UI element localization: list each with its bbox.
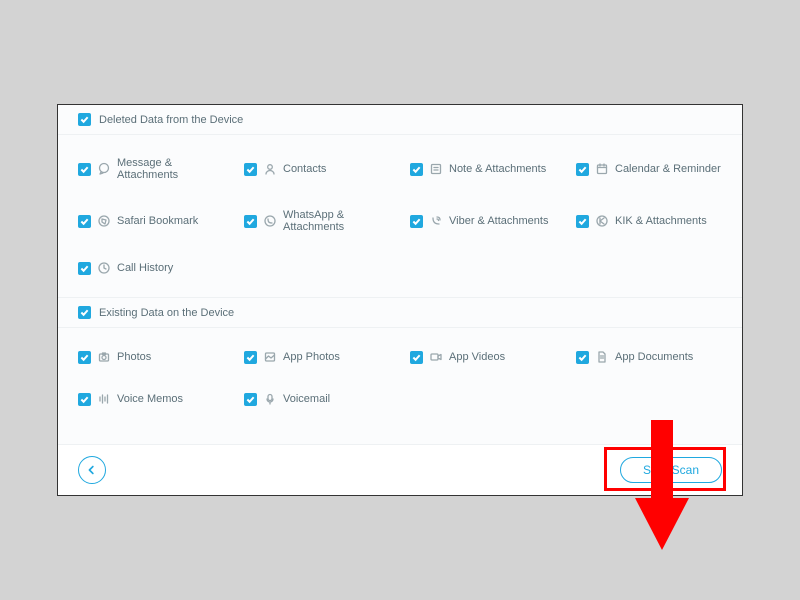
back-button[interactable] [78, 456, 106, 484]
voicemail-icon [263, 392, 277, 406]
item-label: Calendar & Reminder [615, 163, 721, 175]
item-label: Viber & Attachments [449, 215, 548, 227]
checkbox[interactable] [78, 351, 91, 364]
section-deleted-header[interactable]: Deleted Data from the Device [58, 105, 742, 135]
checkbox[interactable] [244, 215, 257, 228]
section-existing-header[interactable]: Existing Data on the Device [58, 297, 742, 328]
item-label: Contacts [283, 163, 326, 175]
checkbox-section-deleted[interactable] [78, 113, 91, 126]
item-calendar[interactable]: Calendar & Reminder [566, 143, 732, 195]
footer-bar: Start Scan [58, 444, 742, 495]
item-contacts[interactable]: Contacts [234, 143, 400, 195]
app-window: Deleted Data from the Device Message & A… [57, 104, 743, 496]
checkbox[interactable] [244, 393, 257, 406]
checkbox[interactable] [78, 215, 91, 228]
whatsapp-icon [263, 214, 277, 228]
message-icon [97, 162, 111, 176]
item-label: Safari Bookmark [117, 215, 198, 227]
item-label: Voice Memos [117, 393, 183, 405]
checkbox[interactable] [576, 163, 589, 176]
checkbox[interactable] [78, 393, 91, 406]
checkbox[interactable] [410, 351, 423, 364]
checkbox-section-existing[interactable] [78, 306, 91, 319]
checkbox[interactable] [78, 163, 91, 176]
item-call-history[interactable]: Call History [68, 247, 234, 289]
checkbox[interactable] [78, 262, 91, 275]
start-scan-label: Start Scan [643, 463, 699, 477]
item-label: Note & Attachments [449, 163, 546, 175]
calendar-icon [595, 162, 609, 176]
checkbox[interactable] [244, 163, 257, 176]
app-videos-icon [429, 350, 443, 364]
kik-icon [595, 214, 609, 228]
item-voice-memos[interactable]: Voice Memos [68, 378, 234, 420]
checkbox[interactable] [410, 215, 423, 228]
item-label: Call History [117, 262, 173, 274]
checkbox[interactable] [576, 351, 589, 364]
item-whatsapp[interactable]: WhatsApp & Attachments [234, 195, 400, 247]
item-label: Message & Attachments [117, 157, 224, 181]
viber-icon [429, 214, 443, 228]
item-app-photos[interactable]: App Photos [234, 336, 400, 378]
checkbox[interactable] [410, 163, 423, 176]
item-safari-bookmark[interactable]: Safari Bookmark [68, 195, 234, 247]
existing-grid: Photos App Photos App Videos App Documen… [58, 328, 742, 428]
item-photos[interactable]: Photos [68, 336, 234, 378]
voice-memos-icon [97, 392, 111, 406]
checkbox[interactable] [244, 351, 257, 364]
contacts-icon [263, 162, 277, 176]
item-kik[interactable]: KIK & Attachments [566, 195, 732, 247]
item-voicemail[interactable]: Voicemail [234, 378, 400, 420]
item-label: Photos [117, 351, 151, 363]
item-label: KIK & Attachments [615, 215, 707, 227]
item-app-documents[interactable]: App Documents [566, 336, 732, 378]
item-label: App Videos [449, 351, 505, 363]
note-icon [429, 162, 443, 176]
section-deleted-label: Deleted Data from the Device [99, 114, 243, 126]
item-note[interactable]: Note & Attachments [400, 143, 566, 195]
data-type-panel: Deleted Data from the Device Message & A… [58, 105, 742, 447]
call-history-icon [97, 261, 111, 275]
item-label: Voicemail [283, 393, 330, 405]
section-existing-label: Existing Data on the Device [99, 307, 234, 319]
bookmark-icon [97, 214, 111, 228]
start-scan-button[interactable]: Start Scan [620, 457, 722, 483]
checkbox[interactable] [576, 215, 589, 228]
deleted-grid: Message & Attachments Contacts Note & At… [58, 135, 742, 297]
item-app-videos[interactable]: App Videos [400, 336, 566, 378]
item-label: App Photos [283, 351, 340, 363]
item-viber[interactable]: Viber & Attachments [400, 195, 566, 247]
app-documents-icon [595, 350, 609, 364]
item-message[interactable]: Message & Attachments [68, 143, 234, 195]
item-label: WhatsApp & Attachments [283, 209, 390, 233]
item-label: App Documents [615, 351, 693, 363]
app-photos-icon [263, 350, 277, 364]
photos-icon [97, 350, 111, 364]
